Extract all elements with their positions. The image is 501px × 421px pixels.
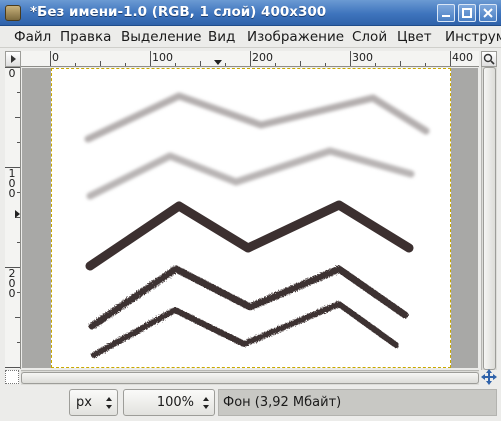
- menu-edit[interactable]: Правка: [60, 29, 111, 45]
- ruler-label: 100: [152, 51, 173, 64]
- minimize-icon: [442, 15, 450, 17]
- horizontal-scrollbar[interactable]: [21, 370, 479, 385]
- stroke-hard: [85, 200, 414, 271]
- window-title: *Без имени-1.0 (RGB, 1 слой) 400x300: [30, 4, 327, 20]
- vertical-scroll-thumb[interactable]: [483, 67, 496, 370]
- ruler-label: 1 0 0: [8, 167, 16, 200]
- updown-arrows-icon: [106, 397, 112, 409]
- maximize-button[interactable]: [458, 4, 476, 22]
- menu-bar: Файл Правка Выделение Вид Изображение Сл…: [0, 26, 501, 48]
- stroke-soft-2: [86, 147, 415, 200]
- close-icon: [483, 8, 493, 18]
- close-button[interactable]: [479, 4, 497, 22]
- maximize-icon: [462, 8, 472, 18]
- title-bar: *Без имени-1.0 (RGB, 1 слой) 400x300: [0, 0, 501, 26]
- menu-view[interactable]: Вид: [208, 29, 235, 45]
- zoom-select[interactable]: 100%: [123, 389, 215, 416]
- minimize-button[interactable]: [437, 4, 455, 22]
- pointer-marker-icon: [214, 60, 222, 65]
- pointer-marker-icon: [15, 210, 20, 218]
- status-bar: px 100% Фон (3,92 Мбайт): [0, 387, 501, 421]
- ruler-label: 2 0 0: [8, 267, 16, 300]
- stroke-soft-1: [84, 92, 430, 143]
- ruler-ticks: [50, 51, 451, 66]
- ruler-label: 300: [352, 51, 373, 64]
- vertical-scrollbar[interactable]: [481, 67, 497, 370]
- menu-image[interactable]: Изображение: [247, 29, 344, 45]
- menu-file[interactable]: Файл: [14, 29, 51, 45]
- menu-arrow-button[interactable]: [5, 51, 21, 67]
- horizontal-ruler: 0 100 200 300 400: [21, 51, 479, 67]
- gimp-app-icon[interactable]: [5, 5, 21, 21]
- quick-mask-toggle[interactable]: [5, 370, 19, 384]
- unit-select[interactable]: px: [69, 389, 118, 416]
- brush-strokes-drawing: [84, 92, 430, 358]
- ruler-ticks: [5, 67, 20, 368]
- arrow-right-icon: [11, 55, 16, 63]
- canvas-area[interactable]: [22, 68, 478, 368]
- menu-colors[interactable]: Цвет: [397, 29, 432, 45]
- updown-arrows-icon: [203, 397, 209, 409]
- stroke-rough-2: [91, 301, 399, 358]
- ruler-label: 0: [52, 51, 59, 64]
- zoom-value: 100%: [156, 395, 194, 410]
- horizontal-scroll-thumb[interactable]: [21, 372, 479, 384]
- menu-select[interactable]: Выделение: [121, 29, 201, 45]
- zoom-icon: [483, 53, 495, 65]
- ruler-label: 200: [252, 51, 273, 64]
- navigate-button[interactable]: [481, 369, 497, 385]
- menu-tools[interactable]: Инструм: [445, 29, 501, 45]
- ruler-label: 400: [452, 51, 473, 64]
- menu-layer[interactable]: Слой: [352, 29, 387, 45]
- image-canvas[interactable]: [51, 68, 451, 368]
- unit-value: px: [76, 395, 92, 410]
- vertical-ruler: 0 1 0 0 2 0 0: [5, 67, 21, 369]
- ruler-label: 0: [8, 67, 16, 80]
- status-message: Фон (3,92 Мбайт): [218, 389, 497, 416]
- zoom-toggle-button[interactable]: [481, 51, 497, 67]
- navigate-icon: [481, 369, 497, 385]
